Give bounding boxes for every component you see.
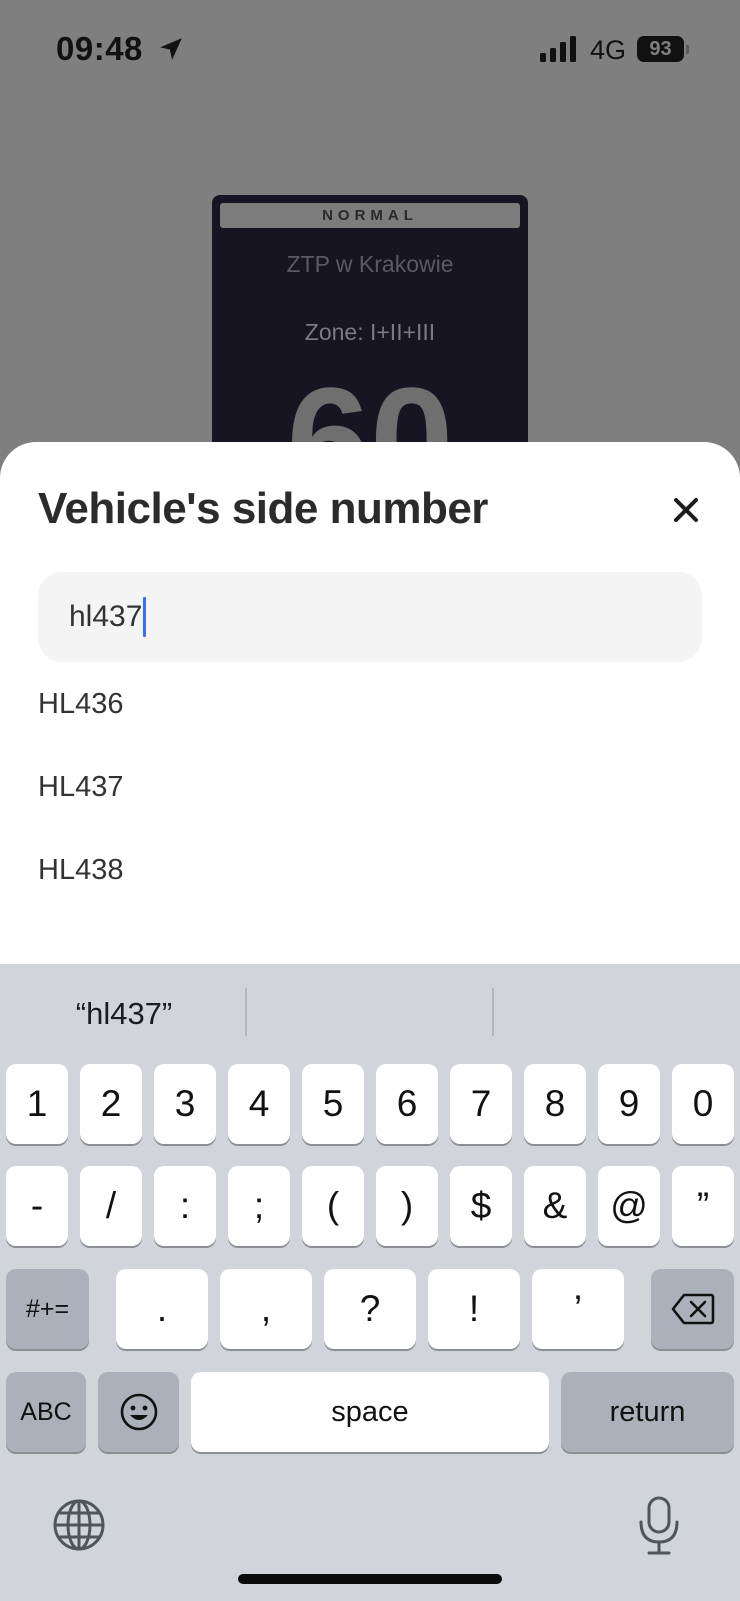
key-4[interactable]: 4: [228, 1064, 290, 1144]
key-close-paren[interactable]: ): [376, 1166, 438, 1246]
key-8[interactable]: 8: [524, 1064, 586, 1144]
side-number-sheet: Vehicle's side number hl437 HL436 HL437 …: [0, 442, 740, 1002]
key-period[interactable]: .: [116, 1269, 208, 1349]
microphone-icon[interactable]: [636, 1496, 682, 1556]
globe-icon[interactable]: [52, 1498, 106, 1552]
predictive-bar: “hl437”: [0, 964, 740, 1060]
emoji-key[interactable]: [98, 1372, 179, 1452]
network-type: 4G: [590, 35, 627, 65]
ticket-zone: Zone: I+II+III: [304, 319, 436, 345]
ticket-type-badge: NORMAL: [220, 203, 520, 228]
key-5[interactable]: 5: [302, 1064, 364, 1144]
emoji-icon: [120, 1393, 157, 1431]
keyboard: “hl437” 1 2 3 4 5 6 7 8 9 0 - / : ; ( ) …: [0, 964, 740, 1601]
prediction-1[interactable]: “hl437”: [2, 988, 246, 1040]
key-ampersand[interactable]: &: [524, 1166, 586, 1246]
status-bar: 09:48 4G 93: [0, 0, 740, 100]
battery-indicator: 93: [637, 36, 689, 62]
key-exclamation[interactable]: !: [428, 1269, 520, 1349]
key-slash[interactable]: /: [80, 1166, 142, 1246]
sheet-title: Vehicle's side number: [38, 484, 488, 533]
ticket-operator: ZTP w Krakowie: [286, 251, 454, 277]
prediction-3[interactable]: [494, 988, 738, 1040]
abc-key[interactable]: ABC: [6, 1372, 86, 1452]
key-apostrophe[interactable]: ’: [532, 1269, 624, 1349]
key-hyphen[interactable]: -: [6, 1166, 68, 1246]
home-indicator[interactable]: [238, 1574, 502, 1584]
key-open-paren[interactable]: (: [302, 1166, 364, 1246]
suggestion-item[interactable]: HL437: [38, 757, 702, 817]
close-icon: [674, 498, 698, 522]
key-comma[interactable]: ,: [220, 1269, 312, 1349]
key-9[interactable]: 9: [598, 1064, 660, 1144]
symbols-key[interactable]: #+=: [6, 1269, 89, 1349]
key-dollar[interactable]: $: [450, 1166, 512, 1246]
prediction-2[interactable]: [248, 988, 492, 1040]
side-number-input[interactable]: hl437: [38, 572, 702, 662]
battery-level: 93: [649, 37, 672, 60]
text-caret: [143, 597, 147, 637]
key-3[interactable]: 3: [154, 1064, 216, 1144]
input-value: hl437: [69, 600, 143, 633]
key-1[interactable]: 1: [6, 1064, 68, 1144]
key-question[interactable]: ?: [324, 1269, 416, 1349]
key-2[interactable]: 2: [80, 1064, 142, 1144]
key-at[interactable]: @: [598, 1166, 660, 1246]
key-quote[interactable]: ”: [672, 1166, 734, 1246]
close-button[interactable]: [664, 488, 708, 532]
backspace-icon: [671, 1293, 714, 1325]
cellular-signal-icon: [540, 36, 576, 62]
key-6[interactable]: 6: [376, 1064, 438, 1144]
return-key[interactable]: return: [561, 1372, 734, 1452]
key-colon[interactable]: :: [154, 1166, 216, 1246]
key-7[interactable]: 7: [450, 1064, 512, 1144]
suggestion-item[interactable]: HL436: [38, 674, 702, 734]
suggestion-item[interactable]: HL438: [38, 840, 702, 900]
status-time: 09:48: [56, 30, 143, 67]
backspace-key[interactable]: [651, 1269, 734, 1349]
key-0[interactable]: 0: [672, 1064, 734, 1144]
space-key[interactable]: space: [191, 1372, 549, 1452]
key-semicolon[interactable]: ;: [228, 1166, 290, 1246]
location-arrow-icon: [160, 38, 182, 60]
